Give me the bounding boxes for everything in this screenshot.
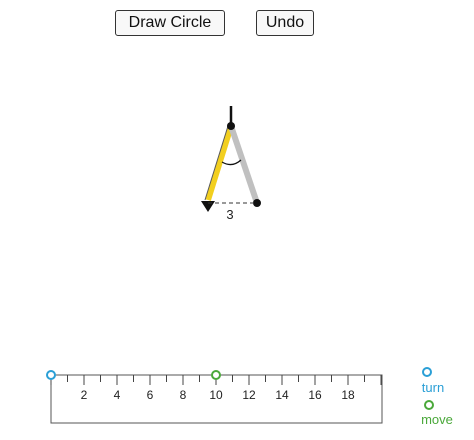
turn-control[interactable]: turn bbox=[422, 367, 444, 395]
ruler-tick-label: 10 bbox=[209, 388, 223, 402]
ruler-tick-label: 18 bbox=[341, 388, 355, 402]
compass-radius-label: 3 bbox=[226, 207, 233, 222]
ruler-tick-label: 2 bbox=[81, 388, 88, 402]
move-label[interactable]: move bbox=[421, 412, 453, 427]
turn-label[interactable]: turn bbox=[422, 380, 444, 395]
ruler-tick-label: 6 bbox=[147, 388, 154, 402]
compass-pencil-leg[interactable] bbox=[205, 125, 234, 201]
ruler-tick-label: 4 bbox=[114, 388, 121, 402]
ruler-tick-label: 12 bbox=[242, 388, 256, 402]
compass[interactable]: 3 bbox=[201, 106, 261, 222]
ruler-tick-label: 16 bbox=[308, 388, 322, 402]
ruler-tick-label: 8 bbox=[180, 388, 187, 402]
compass-hinge[interactable] bbox=[227, 122, 235, 130]
ruler[interactable]: 2 4 6 8 10 12 14 16 18 bbox=[46, 370, 383, 424]
ruler-turn-handle[interactable] bbox=[46, 370, 56, 380]
compass-needle-leg[interactable] bbox=[228, 125, 260, 204]
compass-angle-arc bbox=[221, 159, 242, 166]
move-handle-icon[interactable] bbox=[424, 400, 434, 410]
move-control[interactable]: move bbox=[421, 400, 453, 427]
turn-handle-icon[interactable] bbox=[422, 367, 432, 377]
ruler-move-handle[interactable] bbox=[211, 370, 221, 380]
ruler-tick-label: 14 bbox=[275, 388, 289, 402]
canvas: 3 2 4 6 8 10 12 14 16 18 turn move bbox=[46, 106, 453, 427]
